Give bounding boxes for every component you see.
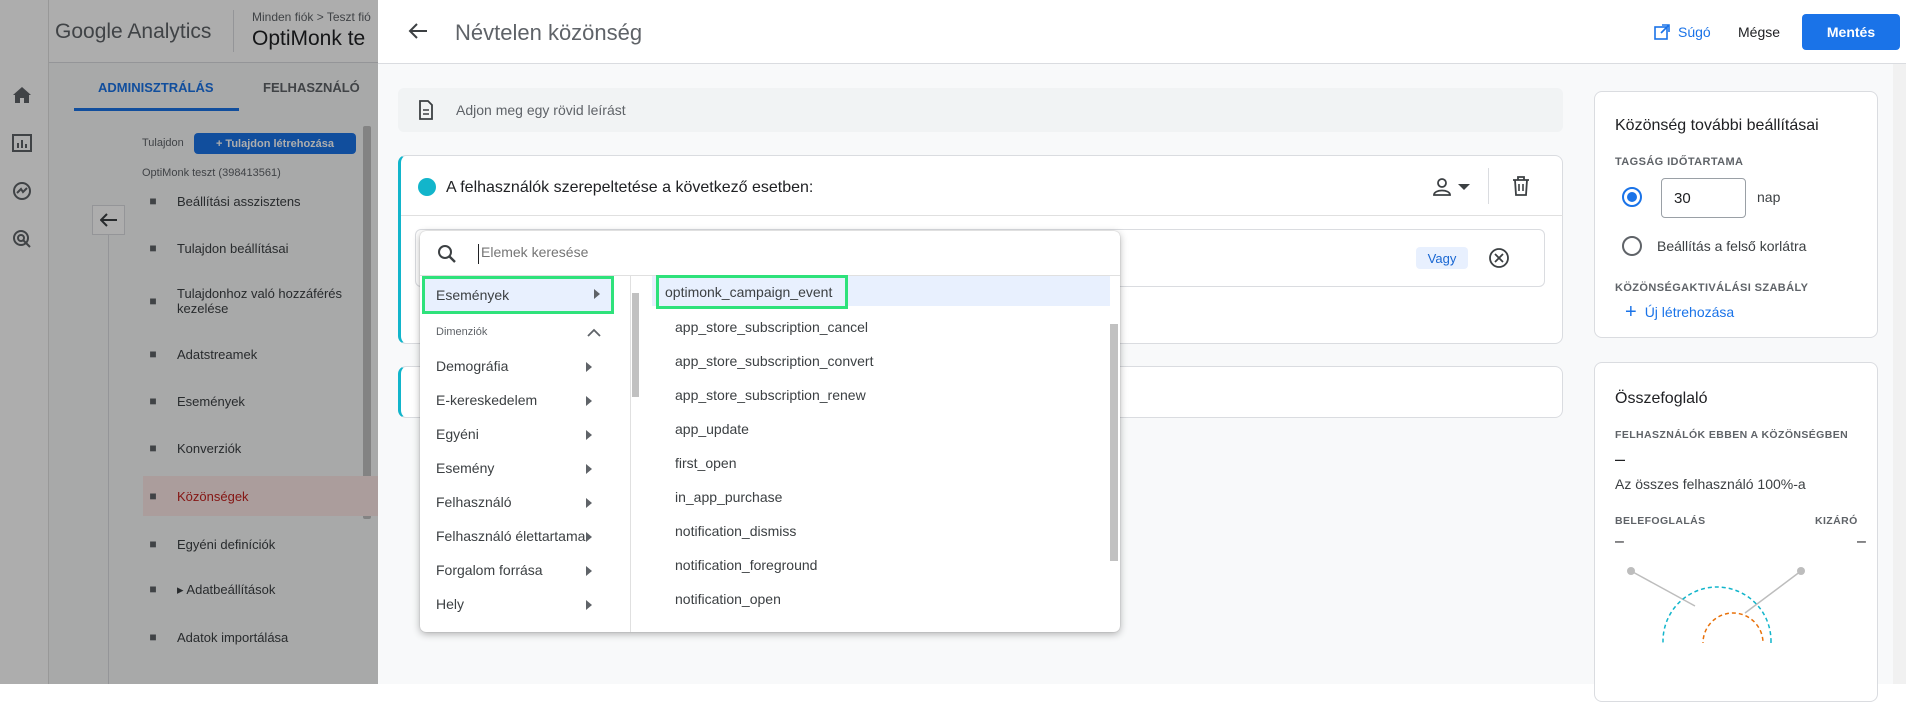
new-trigger-label: Új létrehozása [1644, 304, 1735, 320]
save-button[interactable]: Mentés [1802, 14, 1900, 50]
category-label: Felhasználó élettartama [436, 528, 586, 544]
event-scrollbar[interactable] [1110, 324, 1118, 561]
audience-settings-card: Közönség további beállításai TAGSÁG IDŐT… [1594, 91, 1878, 338]
users-label: FELHASZNÁLÓK EBBEN A KÖZÖNSÉGBEN [1615, 429, 1849, 441]
caret-right-icon [586, 532, 592, 542]
event-item[interactable]: app_store_subscription_convert [663, 344, 1103, 378]
event-item[interactable]: optimonk_campaign_event [656, 275, 848, 309]
category-item[interactable]: Hely [420, 587, 620, 621]
summary-card: Összefoglaló FELHASZNÁLÓK EBBEN A KÖZÖNS… [1594, 362, 1878, 702]
category-label: Hely [436, 596, 465, 612]
category-scrollbar[interactable] [632, 293, 639, 397]
users-pct: Az összes felhasználó 100%-a [1615, 476, 1806, 492]
back-arrow-icon[interactable] [408, 22, 428, 40]
description-placeholder: Adjon meg egy rövid leírást [456, 102, 626, 118]
help-label: Súgó [1678, 24, 1711, 40]
cancel-button[interactable]: Mégse [1738, 24, 1780, 40]
category-item[interactable]: Felhasználó [420, 485, 620, 519]
document-icon [419, 100, 433, 120]
membership-label: TAGSÁG IDŐTARTAMA [1615, 156, 1744, 168]
category-item[interactable]: Felhasználó élettartama [420, 519, 620, 553]
event-item[interactable]: app_update [663, 412, 1103, 446]
duration-input[interactable]: 30 [1661, 178, 1746, 218]
category-label: Demográfia [436, 358, 509, 374]
exclude-label: KIZÁRÓ [1815, 515, 1858, 527]
scope-dropdown[interactable] [1433, 178, 1471, 196]
category-item[interactable]: E-kereskedelem [420, 383, 620, 417]
caret-right-icon [586, 464, 592, 474]
caret-right-icon [586, 566, 592, 576]
description-field[interactable]: Adjon meg egy rövid leírást [398, 88, 1563, 132]
category-item[interactable]: Egyéni [420, 417, 620, 451]
event-item[interactable]: first_open [663, 446, 1103, 480]
caret-right-icon [586, 362, 592, 372]
max-option-label: Beállítás a felső korlátra [1657, 238, 1807, 254]
caret-down-icon [1458, 184, 1470, 190]
event-item[interactable]: app_store_subscription_renew [663, 378, 1103, 412]
modal-scrim[interactable] [0, 0, 378, 684]
caret-right-icon [586, 396, 592, 406]
dimension-picker-popup: Elemek keresése Események Dimenziók Demo… [420, 231, 1120, 632]
audience-venn-diagram [1627, 567, 1805, 643]
max-radio[interactable] [1622, 236, 1642, 256]
help-link[interactable]: Súgó [1654, 24, 1711, 40]
plus-icon: + [1625, 301, 1637, 323]
include-label: BELEFOGLALÁS [1615, 515, 1706, 527]
event-item[interactable]: notification_dismiss [663, 514, 1103, 548]
category-label: Forgalom forrása [436, 562, 543, 578]
panel-title: Névtelen közönség [455, 20, 643, 45]
caret-right-icon [586, 498, 592, 508]
search-input[interactable]: Elemek keresése [478, 244, 1078, 264]
remove-circle-icon[interactable] [1488, 247, 1510, 269]
category-label: Egyéni [436, 426, 479, 442]
category-label: Esemény [436, 460, 495, 476]
new-trigger-link[interactable]: + Új létrehozása [1625, 301, 1735, 323]
category-item[interactable]: Forgalom forrása [420, 553, 620, 587]
category-label: E-kereskedelem [436, 392, 538, 408]
caret-right-icon [594, 289, 600, 299]
panel-header: Névtelen közönség Súgó Mégse Mentés [378, 0, 1906, 64]
or-chip[interactable]: Vagy [1416, 247, 1468, 269]
category-item[interactable]: Demográfia [420, 349, 620, 383]
open-external-icon [1654, 24, 1670, 40]
event-item[interactable]: app_store_subscription_cancel [663, 310, 1103, 344]
users-value: – [1615, 449, 1626, 469]
category-events[interactable]: Események [422, 276, 614, 314]
trash-icon[interactable] [1512, 176, 1530, 196]
dimensions-header[interactable]: Dimenziók [420, 315, 615, 349]
condition-dot [418, 178, 436, 196]
person-icon [1433, 178, 1451, 196]
search-icon [438, 245, 456, 263]
duration-radio[interactable] [1622, 187, 1642, 207]
search-row: Elemek keresése [420, 231, 1120, 276]
category-label: Felhasználó [436, 494, 512, 510]
settings-title: Közönség további beállításai [1615, 117, 1819, 134]
chevron-up-icon [587, 328, 601, 337]
summary-title: Összefoglaló [1615, 390, 1708, 407]
event-item[interactable]: notification_open [663, 582, 1103, 616]
category-events-label: Események [436, 287, 510, 303]
caret-right-icon [586, 430, 592, 440]
condition-title: A felhasználók szerepeltetése a következ… [446, 179, 814, 196]
trigger-label: KÖZÖNSÉGAKTIVÁLÁSI SZABÁLY [1615, 282, 1809, 294]
event-item[interactable]: in_app_purchase [663, 480, 1103, 514]
duration-unit: nap [1757, 189, 1781, 205]
caret-right-icon [586, 600, 592, 610]
category-item[interactable]: Esemény [420, 451, 620, 485]
event-item[interactable]: notification_foreground [663, 548, 1103, 582]
